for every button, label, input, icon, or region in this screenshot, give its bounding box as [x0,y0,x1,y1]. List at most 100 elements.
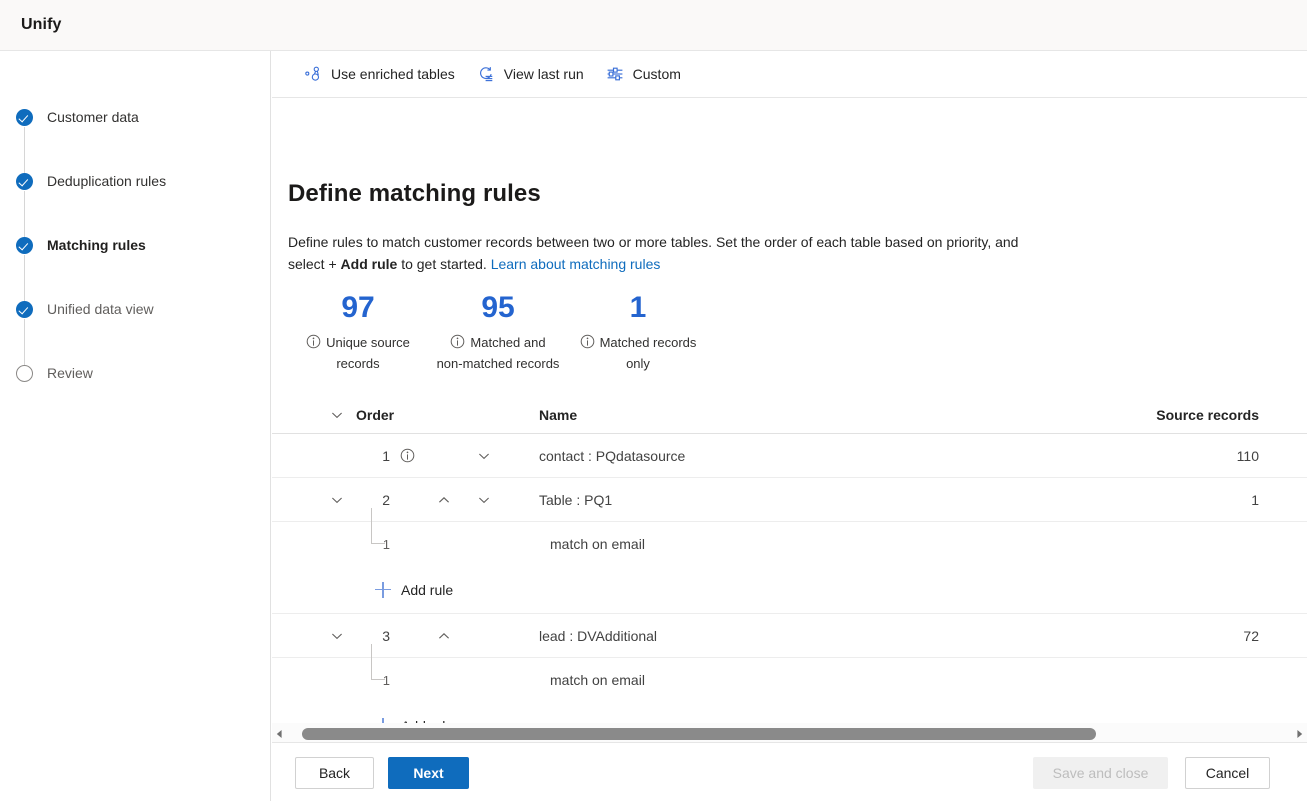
sidebar-item-label: Unified data view [47,301,154,317]
stat-matched-and-non-matched-records: 95 Matched and non-matched records [428,290,568,374]
move-down-button[interactable] [470,478,498,521]
learn-about-matching-rules-link[interactable]: Learn about matching rules [491,256,661,272]
chevron-down-icon [332,497,342,503]
stat-label-line2: only [626,356,650,371]
table-row[interactable]: 3 lead : DVAdditional 72 2 0% matche [272,614,1307,658]
stat-label-line1: Matched and [470,335,546,350]
stat-matched-records-only: 1 Matched records only [568,290,708,374]
matching-rules-table: Order Name Source records Unique records… [272,396,1307,742]
add-rule-label: Add rule [401,581,454,598]
row-name: Table : PQ1 [539,491,613,508]
column-header-order[interactable]: Order [356,396,436,433]
info-icon[interactable] [306,334,321,349]
move-down-button[interactable] [470,434,498,477]
subrow-name: match on email [550,536,645,552]
enriched-tables-icon [304,65,322,83]
add-rule-row[interactable]: Add rule [272,566,1307,614]
stat-label: Matched records only [568,332,708,374]
empty-circle-icon [16,364,33,382]
subrow-order: 1 [382,672,390,688]
check-circle-icon [16,300,33,318]
app-header-bar: Unify [0,0,1307,51]
main-content: Use enriched tables View last run Custom… [272,51,1307,801]
table-row[interactable]: 2 Table : PQ1 1 1 100.0% mat [272,478,1307,522]
page-description: Define rules to match customer records b… [288,231,1033,275]
page-description-part2: to get started. [397,256,491,272]
sidebar-item-label: Review [47,365,93,381]
check-circle-icon [16,108,33,126]
save-and-close-button: Save and close [1033,757,1168,789]
row-order: 1 [382,447,390,464]
check-circle-icon [16,236,33,254]
view-last-run-label: View last run [503,66,584,82]
sidebar-item-review[interactable]: Review [16,361,93,385]
stat-value: 97 [341,291,375,324]
column-header-name[interactable]: Name [539,396,577,433]
table-subrow[interactable]: 1 match on email 100.0% [272,508,1307,566]
info-icon [400,448,414,463]
table-subrow[interactable]: 1 match on email 0% [272,644,1307,702]
info-icon[interactable] [450,334,465,349]
scrollbar-track[interactable] [290,728,1289,740]
sidebar-item-deduplication-rules[interactable]: Deduplication rules [16,169,166,193]
wizard-sidebar: Customer data Deduplication rules Matchi… [0,51,271,801]
chevron-down-icon [479,453,489,459]
sidebar-item-label: Matching rules [47,237,146,253]
stat-value: 1 [629,291,647,324]
subrow-order: 1 [382,536,390,552]
expand-row-toggle[interactable] [322,478,352,521]
move-up-button[interactable] [430,614,458,657]
row-info-icon-wrap[interactable] [396,434,418,477]
stat-label-line2: non-matched records [436,356,560,371]
scrollbar-thumb[interactable] [302,728,1096,740]
use-enriched-tables-label: Use enriched tables [331,66,455,82]
stat-label-line2: records [336,356,380,371]
check-circle-icon [16,172,33,190]
use-enriched-tables-button[interactable]: Use enriched tables [296,58,463,90]
scroll-right-icon [1297,730,1303,738]
scroll-left-icon [276,730,282,738]
stat-label-line1: Unique source [326,335,410,350]
row-source-records: 1 [1251,491,1259,508]
chevron-down-icon [332,412,342,418]
next-button[interactable]: Next [388,757,469,789]
view-last-run-button[interactable]: View last run [469,58,592,90]
expand-row-toggle[interactable] [322,614,352,657]
move-up-button[interactable] [430,478,458,521]
sidebar-item-label: Deduplication rules [47,173,167,189]
sidebar-item-unified-data-view[interactable]: Unified data view [16,297,154,321]
stat-label: Unique source records [288,332,428,374]
info-icon[interactable] [580,334,595,349]
subrow-name: match on email [550,672,645,688]
sidebar-item-customer-data[interactable]: Customer data [16,105,139,129]
add-rule-button[interactable]: Add rule [375,566,453,613]
sidebar-item-matching-rules[interactable]: Matching rules [16,233,146,257]
expand-all-toggle[interactable] [322,396,352,433]
column-header-source-records[interactable]: Source records [1152,396,1259,433]
chevron-up-icon [439,632,449,639]
stat-value: 95 [481,291,515,324]
row-name: contact : PQdatasource [539,447,686,464]
chevron-down-icon [332,633,342,639]
back-button[interactable]: Back [295,757,374,789]
cancel-button[interactable]: Cancel [1185,757,1270,789]
command-bar: Use enriched tables View last run Custom [272,51,1307,98]
plus-icon [375,581,391,598]
row-source-records: 72 [1243,627,1259,644]
custom-button[interactable]: Custom [598,58,689,90]
page-description-bold: Add rule [340,256,398,272]
table-header-row: Order Name Source records Unique records… [272,396,1307,434]
row-name: lead : DVAdditional [539,627,658,644]
row-source-records: 110 [1236,447,1259,464]
page-title: Define matching rules [288,180,541,207]
app-title: Unify [21,16,62,33]
content-scroll-region: Define matching rules Define rules to ma… [272,98,1307,742]
sliders-icon [606,65,624,83]
chevron-down-icon [479,497,489,503]
custom-label: Custom [632,66,681,82]
chevron-up-icon [439,496,449,503]
stat-label: Matched and non-matched records [428,332,568,374]
wizard-footer: Back Next Save and close Cancel [272,742,1307,801]
sidebar-item-label: Customer data [47,109,139,125]
table-row[interactable]: 1 contact : PQdatasource 110 94 [272,434,1307,478]
